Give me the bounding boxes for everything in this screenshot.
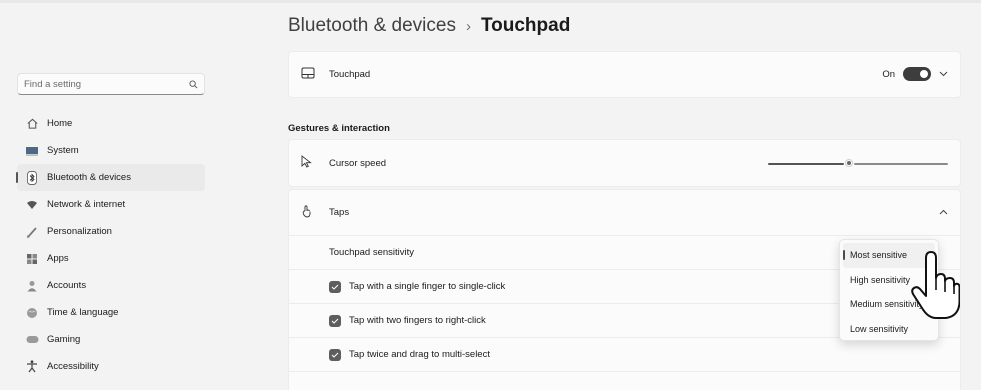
search-input[interactable] bbox=[24, 78, 188, 90]
sidebar-item-network[interactable]: Network & internet bbox=[17, 191, 205, 218]
nav-list: Home System Bluetooth & devices Network … bbox=[16, 110, 205, 380]
selected-indicator bbox=[843, 250, 845, 260]
gamepad-icon bbox=[25, 333, 39, 347]
breadcrumb-separator: › bbox=[465, 17, 471, 35]
taps-header[interactable]: Taps bbox=[289, 190, 960, 236]
sidebar-item-label: Network & internet bbox=[47, 199, 126, 210]
sidebar-item-label: System bbox=[47, 145, 79, 156]
sidebar-item-bluetooth[interactable]: Bluetooth & devices bbox=[16, 164, 205, 191]
sidebar-item-label: Apps bbox=[47, 253, 69, 264]
chevron-down-icon[interactable] bbox=[939, 69, 948, 80]
sidebar-item-label: Gaming bbox=[47, 334, 81, 345]
toggle-state-text: On bbox=[882, 68, 895, 80]
globe-icon bbox=[25, 306, 39, 320]
page-title: Touchpad bbox=[480, 15, 571, 36]
touchpad-icon bbox=[301, 67, 317, 82]
checkbox[interactable] bbox=[329, 314, 341, 327]
search-icon[interactable] bbox=[188, 79, 198, 89]
sidebar-item-label: Time & language bbox=[47, 307, 119, 318]
slider-fill bbox=[768, 163, 844, 165]
tap-option-label: Tap twice and drag to multi-select bbox=[349, 349, 490, 360]
tap-option-row[interactable]: Tap twice and drag to multi-select bbox=[289, 338, 960, 372]
accounts-icon bbox=[25, 279, 39, 293]
taps-label: Taps bbox=[329, 207, 350, 218]
home-icon bbox=[25, 117, 39, 131]
sidebar-item-label: Home bbox=[47, 118, 73, 129]
active-indicator bbox=[16, 172, 18, 183]
dropdown-option-low-sensitivity[interactable]: Low sensitivity bbox=[840, 317, 938, 342]
slider-thumb[interactable] bbox=[845, 159, 853, 167]
cursor-speed-card: Cursor speed bbox=[288, 139, 961, 187]
tap-hand-icon bbox=[301, 204, 317, 221]
breadcrumb-parent[interactable]: Bluetooth & devices bbox=[288, 15, 456, 37]
dropdown-option-label: High sensitivity bbox=[850, 274, 911, 285]
brush-icon bbox=[25, 225, 39, 239]
sidebar-item-label: Bluetooth & devices bbox=[47, 172, 131, 183]
checkbox[interactable] bbox=[329, 280, 341, 293]
checkbox[interactable] bbox=[329, 348, 341, 361]
accessibility-icon bbox=[25, 360, 39, 374]
cursor-speed-label: Cursor speed bbox=[329, 157, 387, 169]
sidebar: Home System Bluetooth & devices Network … bbox=[0, 0, 220, 390]
sidebar-item-apps[interactable]: Apps bbox=[17, 245, 205, 272]
dropdown-option-label: Most sensitive bbox=[850, 250, 908, 261]
sidebar-item-label: Personalization bbox=[47, 226, 112, 237]
sidebar-item-system[interactable]: System bbox=[17, 137, 205, 164]
slider-track bbox=[854, 163, 948, 165]
touchpad-label: Touchpad bbox=[329, 69, 371, 80]
touchpad-sensitivity-label: Touchpad sensitivity bbox=[329, 247, 415, 258]
touchpad-toggle-area: On bbox=[882, 67, 948, 81]
chevron-up-icon[interactable] bbox=[939, 207, 948, 218]
sidebar-item-accounts[interactable]: Accounts bbox=[17, 272, 205, 299]
breadcrumb: Bluetooth & devices › Touchpad bbox=[288, 15, 570, 37]
touchpad-card[interactable]: Touchpad On bbox=[288, 51, 961, 98]
sidebar-item-gaming[interactable]: Gaming bbox=[17, 326, 205, 353]
sidebar-item-label: Accounts bbox=[47, 280, 87, 291]
wifi-icon bbox=[25, 198, 39, 212]
touchpad-toggle[interactable] bbox=[903, 67, 931, 81]
bluetooth-icon bbox=[25, 170, 39, 185]
cursor-icon bbox=[301, 155, 317, 171]
tap-option-label: Tap with two fingers to right-click bbox=[349, 315, 486, 326]
system-icon bbox=[25, 144, 39, 158]
sidebar-item-time-language[interactable]: Time & language bbox=[17, 299, 205, 326]
apps-icon bbox=[25, 252, 39, 266]
hand-pointer-icon bbox=[910, 250, 961, 320]
sidebar-item-home[interactable]: Home bbox=[17, 110, 205, 137]
sidebar-item-accessibility[interactable]: Accessibility bbox=[17, 353, 205, 380]
section-heading: Gestures & interaction bbox=[288, 123, 390, 134]
search-box[interactable] bbox=[17, 73, 205, 95]
sidebar-item-personalization[interactable]: Personalization bbox=[17, 218, 205, 245]
cursor-speed-slider[interactable] bbox=[768, 159, 948, 167]
dropdown-option-label: Low sensitivity bbox=[850, 323, 909, 334]
sidebar-item-label: Accessibility bbox=[47, 361, 99, 372]
tap-option-label: Tap with a single finger to single-click bbox=[349, 281, 506, 292]
